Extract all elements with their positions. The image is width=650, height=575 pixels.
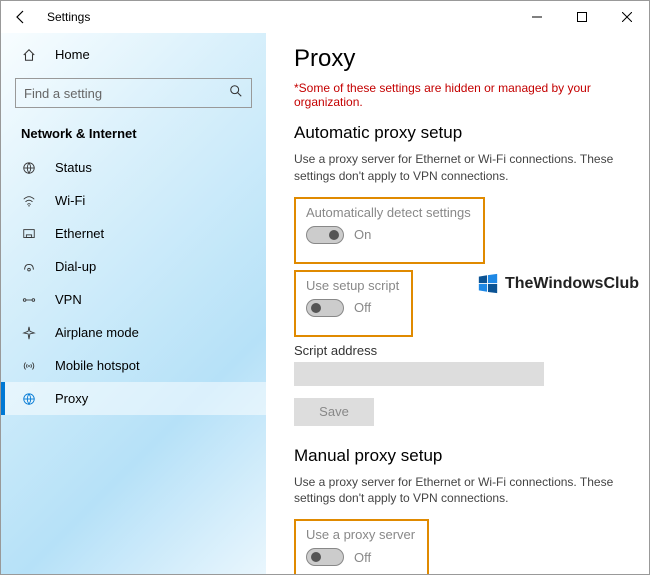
- sidebar-item-vpn[interactable]: VPN: [1, 283, 266, 316]
- sidebar-item-label: Proxy: [55, 391, 88, 406]
- sidebar: Home Network & Internet Status Wi-Fi Eth…: [1, 33, 266, 574]
- auto-desc: Use a proxy server for Ethernet or Wi-Fi…: [294, 151, 629, 185]
- sidebar-item-label: Mobile hotspot: [55, 358, 140, 373]
- maximize-button[interactable]: [559, 1, 604, 33]
- watermark-text: TheWindowsClub: [505, 275, 639, 293]
- sidebar-item-label: Ethernet: [55, 226, 104, 241]
- manual-desc: Use a proxy server for Ethernet or Wi-Fi…: [294, 474, 629, 508]
- watermark: TheWindowsClub: [477, 273, 639, 295]
- sidebar-item-status[interactable]: Status: [1, 151, 266, 184]
- use-proxy-toggle[interactable]: [306, 548, 344, 566]
- highlight-auto-detect: Automatically detect settings On: [294, 197, 485, 264]
- sidebar-item-ethernet[interactable]: Ethernet: [1, 217, 266, 250]
- sidebar-item-label: Airplane mode: [55, 325, 139, 340]
- category-heading: Network & Internet: [1, 120, 266, 151]
- sidebar-item-wifi[interactable]: Wi-Fi: [1, 184, 266, 217]
- windows-logo-icon: [477, 273, 499, 295]
- back-button[interactable]: [9, 5, 33, 29]
- page-title: Proxy: [294, 45, 629, 73]
- dialup-icon: [21, 260, 37, 274]
- proxy-icon: [21, 392, 37, 406]
- sidebar-item-airplane[interactable]: Airplane mode: [1, 316, 266, 349]
- home-link[interactable]: Home: [1, 41, 266, 72]
- setup-script-state: Off: [354, 300, 371, 315]
- vpn-icon: [21, 293, 37, 307]
- auto-heading: Automatic proxy setup: [294, 123, 629, 143]
- use-proxy-label: Use a proxy server: [306, 527, 415, 542]
- ethernet-icon: [21, 227, 37, 241]
- sidebar-item-label: Dial-up: [55, 259, 96, 274]
- sidebar-item-hotspot[interactable]: Mobile hotspot: [1, 349, 266, 382]
- script-address-input[interactable]: [294, 362, 544, 386]
- close-button[interactable]: [604, 1, 649, 33]
- search-input[interactable]: [24, 86, 229, 101]
- status-icon: [21, 161, 37, 175]
- home-icon: [21, 48, 37, 62]
- search-icon: [229, 84, 243, 103]
- sidebar-item-label: VPN: [55, 292, 82, 307]
- script-address-label: Script address: [294, 343, 629, 358]
- org-warning: *Some of these settings are hidden or ma…: [294, 81, 629, 109]
- titlebar: Settings: [1, 1, 649, 33]
- sidebar-item-dialup[interactable]: Dial-up: [1, 250, 266, 283]
- setup-script-label: Use setup script: [306, 278, 399, 293]
- minimize-button[interactable]: [514, 1, 559, 33]
- search-box[interactable]: [15, 78, 252, 108]
- save-button[interactable]: Save: [294, 398, 374, 426]
- hotspot-icon: [21, 359, 37, 373]
- sidebar-item-label: Status: [55, 160, 92, 175]
- window-title: Settings: [47, 10, 90, 24]
- use-proxy-state: Off: [354, 550, 371, 565]
- highlight-use-proxy: Use a proxy server Off: [294, 519, 429, 574]
- home-label: Home: [55, 47, 90, 62]
- sidebar-item-label: Wi-Fi: [55, 193, 85, 208]
- auto-detect-toggle[interactable]: [306, 226, 344, 244]
- main-content: Proxy *Some of these settings are hidden…: [266, 33, 649, 574]
- sidebar-item-proxy[interactable]: Proxy: [1, 382, 266, 415]
- wifi-icon: [21, 194, 37, 208]
- airplane-icon: [21, 326, 37, 340]
- auto-detect-state: On: [354, 227, 371, 242]
- highlight-setup-script: Use setup script Off: [294, 270, 413, 337]
- setup-script-toggle[interactable]: [306, 299, 344, 317]
- auto-detect-label: Automatically detect settings: [306, 205, 471, 220]
- manual-heading: Manual proxy setup: [294, 446, 629, 466]
